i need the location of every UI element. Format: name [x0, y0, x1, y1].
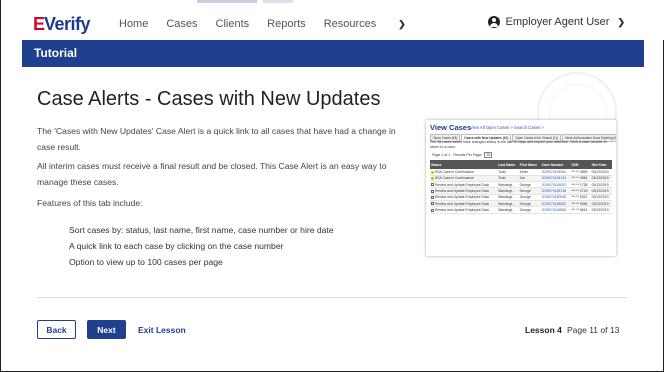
col-first-name: First Name	[518, 160, 541, 169]
ssn-cell: *** ** 8614	[570, 206, 591, 214]
table-row: Review and Update Employee Data Washingt.…	[430, 206, 612, 214]
logo-e: E	[33, 14, 45, 34]
results-label: Results Per Page:	[453, 153, 483, 157]
screenshot-title: View Cases	[430, 123, 472, 132]
user-menu[interactable]: Employer Agent User ❯	[487, 16, 625, 28]
back-button[interactable]: Back	[37, 320, 76, 339]
tutorial-label: Tutorial	[34, 46, 78, 60]
exit-lesson-link[interactable]: Exit Lesson	[138, 325, 186, 335]
interim-paragraph: All interim cases must receive a final r…	[37, 161, 387, 187]
app-frame: E Verify Home Cases Clients Reports Reso…	[0, 0, 664, 372]
feature-item: Option to view up to 100 cases per page	[69, 257, 223, 267]
document-icon	[431, 202, 434, 206]
nav-resources[interactable]: Resources ❯	[324, 16, 424, 32]
case-number-cell: 2019074146965	[540, 206, 571, 214]
col-case-number: Case Number	[540, 160, 571, 169]
top-navbar: E Verify Home Cases Clients Reports Reso…	[1, 6, 664, 40]
col-last-name: Last Name	[497, 160, 519, 169]
footer-divider	[37, 297, 627, 298]
nav-home[interactable]: Home	[119, 16, 148, 32]
warning-icon	[431, 177, 434, 181]
feature-list: Sort cases by: status, last name, first …	[69, 222, 334, 270]
nav-cases[interactable]: Cases	[166, 16, 197, 32]
chevron-down-icon: ❯	[398, 19, 406, 29]
features-heading: Features of this tab include:	[37, 198, 143, 208]
logo-text: Verify	[44, 14, 91, 34]
clipped-fragment	[263, 0, 293, 3]
screenshot-table-body: SSA Case in Continuance Todd Kevin 20190741…	[430, 169, 612, 214]
intro-paragraph: The 'Cases with New Updates' Case Alert …	[37, 126, 396, 152]
page-title: Case Alerts - Cases with New Updates	[37, 88, 381, 110]
feature-item: Sort cases by: status, last name, first …	[69, 225, 334, 235]
hire-date-cell: 03/12/2019	[590, 206, 612, 214]
main-nav: Home Cases Clients Reports Resources ❯	[119, 16, 442, 32]
nav-reports[interactable]: Reports	[267, 16, 306, 32]
document-icon	[431, 189, 434, 193]
document-icon	[431, 208, 434, 212]
nav-clients[interactable]: Clients	[216, 16, 250, 32]
document-icon	[431, 195, 434, 199]
user-avatar-icon	[487, 16, 500, 28]
view-cases-screenshot: View Cases View All Open Cases > Search …	[426, 120, 616, 256]
results-select: 25	[484, 152, 493, 158]
col-status: Status	[430, 160, 498, 169]
chevron-down-icon: ❯	[617, 16, 625, 27]
first-name-cell: George	[518, 206, 541, 214]
status-cell: Review and Update Employee Data	[430, 206, 498, 214]
table-header-row: Status Last Name First Name Case Number …	[430, 160, 612, 169]
screenshot-description: The 48 cases below have changed status i…	[430, 140, 607, 149]
nav-resources-label: Resources	[323, 18, 377, 30]
user-name: Employer Agent User	[505, 16, 610, 28]
screenshot-table: Status Last Name First Name Case Number …	[430, 160, 612, 214]
warning-icon	[431, 170, 434, 174]
clipped-fragment	[197, 0, 257, 3]
screenshot-links: View All Open Cases > Search Cases >	[470, 125, 544, 130]
everify-logo[interactable]: E Verify	[33, 14, 91, 34]
feature-item: A quick link to each case by clicking on…	[69, 241, 284, 251]
last-name-cell: Washingt...	[497, 206, 519, 214]
col-ssn: SSN	[570, 160, 591, 169]
lesson-label: Lesson 4	[525, 325, 562, 335]
col-hire-date: Hire Date	[590, 160, 612, 169]
next-button[interactable]: Next	[87, 320, 126, 339]
screenshot-pager: Page 1 of 1 Results Per Page: 25	[432, 152, 493, 158]
document-icon	[431, 183, 434, 187]
page-indicator: Page 11 of 13	[567, 325, 620, 335]
tutorial-bar: Tutorial	[22, 40, 644, 67]
pager-label: Page 1 of 1	[432, 153, 451, 157]
